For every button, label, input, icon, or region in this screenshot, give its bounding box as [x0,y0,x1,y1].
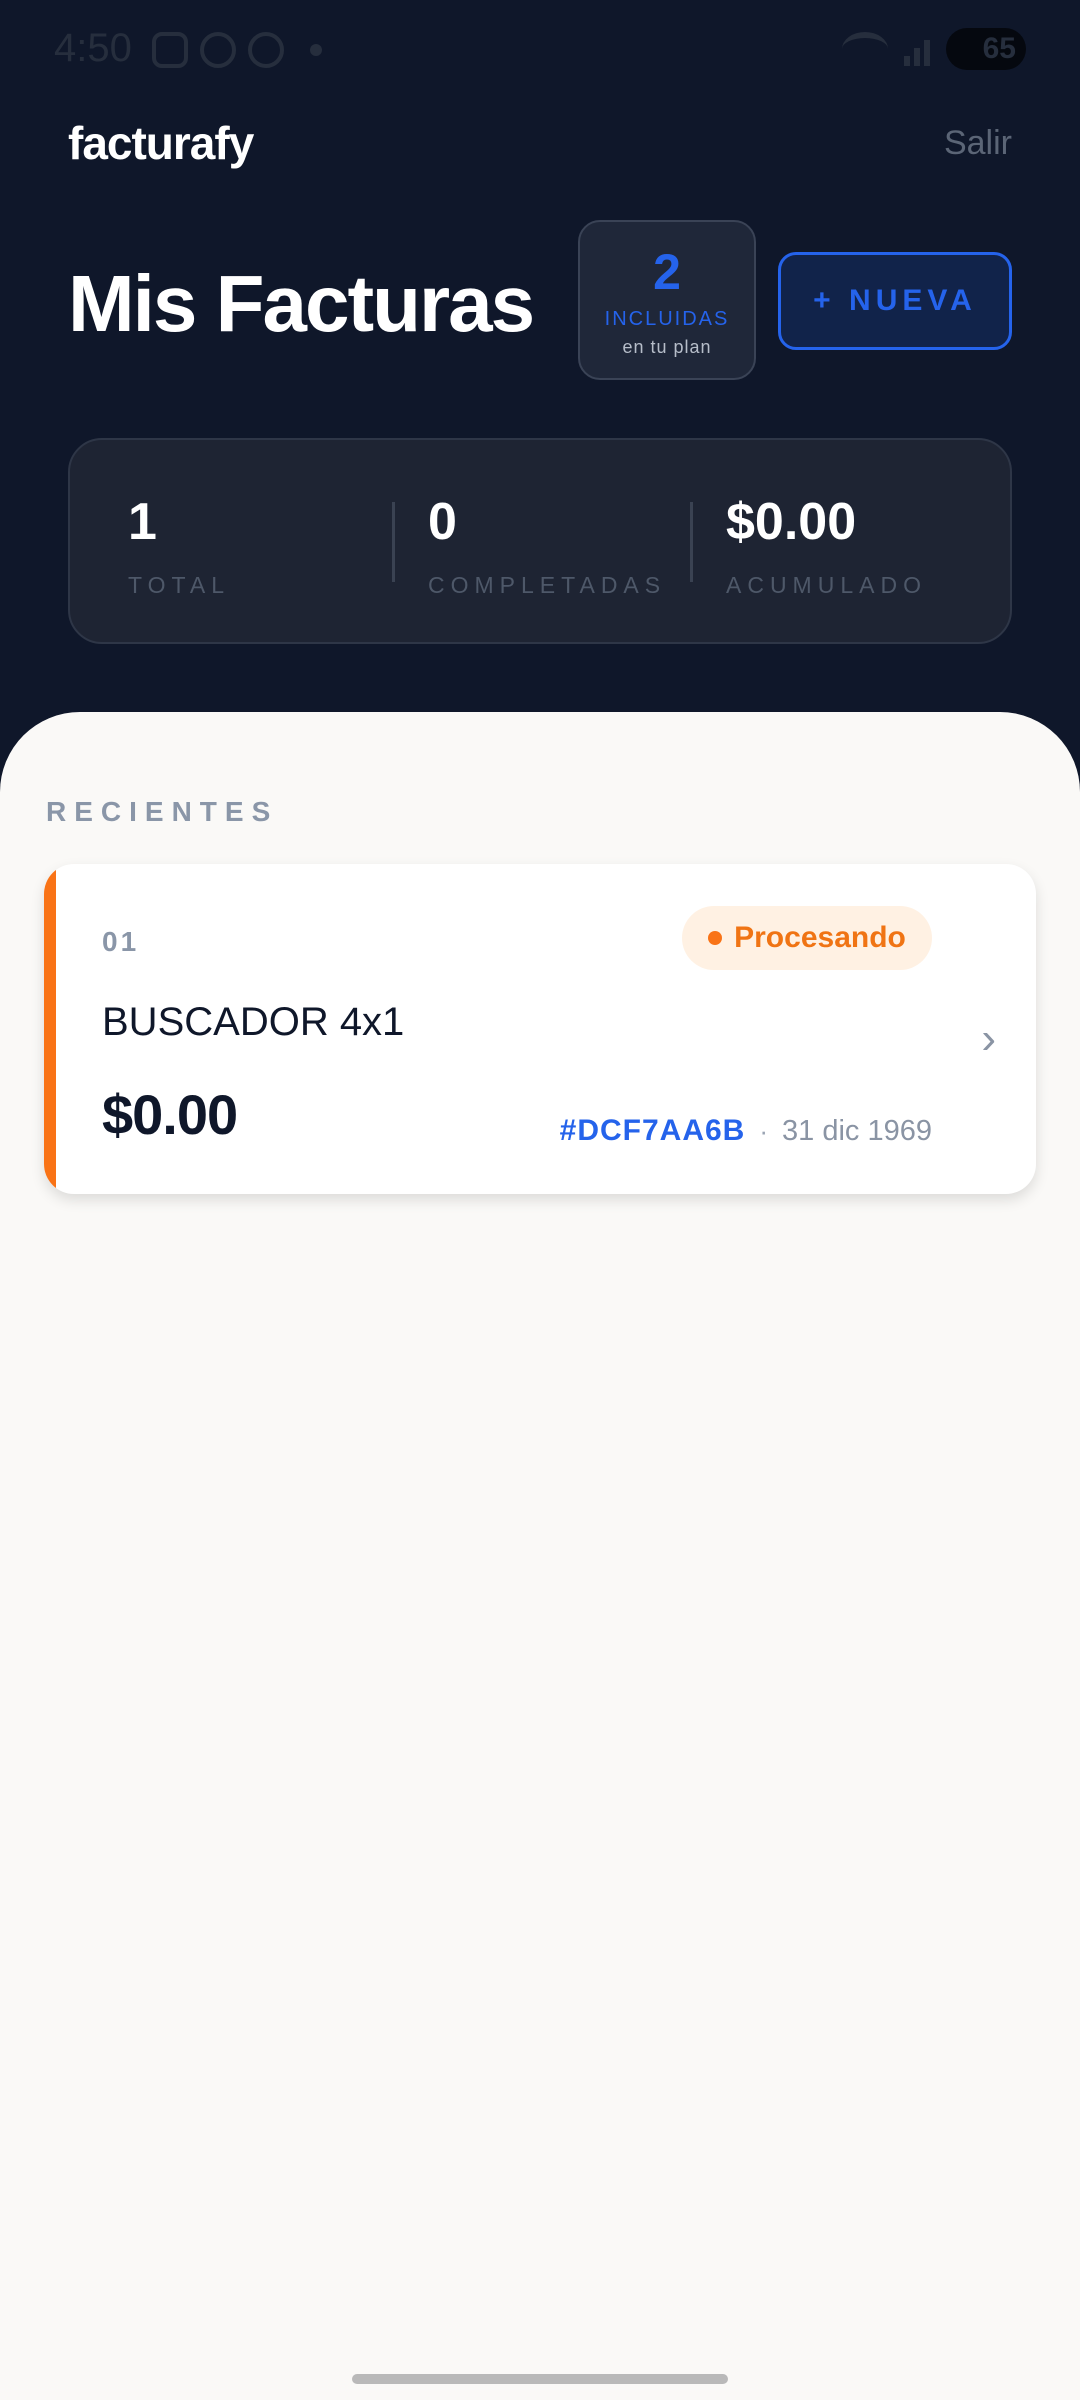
battery-icon: 65 [946,28,1026,70]
invoice-card[interactable]: 01 Procesando BUSCADOR 4x1 $0.00 #DCF7AA… [44,864,1036,1194]
stat-value: 1 [128,493,157,551]
stat-divider [392,502,395,582]
plan-sublabel: en tu plan [622,337,712,357]
status-text: Procesando [734,921,906,954]
stats-card: 1 TOTAL 0 COMPLETADAS $0.00 ACUMULADO [68,438,1012,644]
wifi-icon [842,32,888,66]
status-dot-icon [708,931,723,945]
more-notifications-icon [310,44,322,56]
home-indicator[interactable] [352,2374,728,2384]
invoice-id: #DCF7AA6B [559,1114,746,1147]
threads-icon [248,32,284,68]
invoice-name: BUSCADOR 4x1 [102,1000,405,1044]
stat-label: TOTAL [128,572,230,598]
invoice-date: 31 dic 1969 [782,1114,932,1147]
status-time: 4:50 [54,26,132,70]
status-badge: Procesando [682,906,932,970]
screenshot-icon [152,32,188,68]
whatsapp-icon [200,32,236,68]
status-accent-bar [44,864,56,1194]
stat-total: 1 TOTAL [128,494,230,599]
status-bar: 4:50 65 [0,0,1080,100]
stat-value: $0.00 [726,493,857,551]
invoice-number: 01 [102,926,140,957]
content-sheet: RECIENTES 01 Procesando BUSCADOR 4x1 $0.… [0,712,1080,2400]
stat-divider [690,502,693,582]
chevron-right-icon: › [981,1014,996,1063]
notification-icons [152,32,322,68]
plan-badge: 2 INCLUIDAS en tu plan [578,220,756,380]
stat-value: 0 [428,493,457,551]
stat-completed: 0 COMPLETADAS [428,494,666,599]
meta-separator: · [759,1115,769,1146]
stat-accumulated: $0.00 ACUMULADO [726,494,927,599]
plan-label: INCLUIDAS [604,308,730,330]
plan-count: 2 [653,244,681,300]
stat-label: ACUMULADO [726,572,927,598]
system-icons: 65 [842,28,1026,70]
stat-label: COMPLETADAS [428,572,667,598]
new-invoice-button[interactable]: + NUEVA [778,252,1012,350]
invoice-amount: $0.00 [102,1083,238,1146]
signal-icon [904,32,930,66]
page-title: Mis Facturas [68,259,535,348]
brand-logo: facturafy [68,117,254,169]
section-title: RECIENTES [46,796,279,827]
logout-button[interactable]: Salir [944,124,1012,163]
invoice-meta: #DCF7AA6B · 31 dic 1969 [560,1114,932,1148]
